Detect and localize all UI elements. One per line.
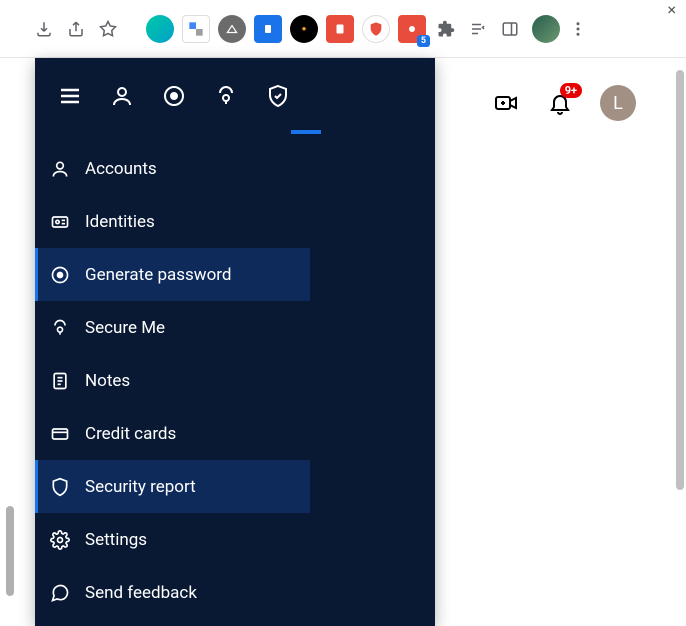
- tab-generate-icon[interactable]: [161, 83, 187, 109]
- window-controls: ×: [667, 0, 676, 10]
- notifications-bell-icon[interactable]: 9+: [546, 89, 574, 117]
- side-panel-icon[interactable]: [496, 15, 524, 43]
- download-icon[interactable]: [30, 15, 58, 43]
- sidebar-scrollbar[interactable]: [6, 506, 14, 596]
- notification-badge: 9+: [560, 83, 582, 98]
- menu-label: Settings: [85, 530, 147, 550]
- page-scrollbar[interactable]: [676, 70, 684, 490]
- menu-label: Accounts: [85, 159, 157, 179]
- create-video-icon[interactable]: [492, 89, 520, 117]
- menu-label: Generate password: [85, 265, 231, 285]
- profile-avatar-icon[interactable]: [532, 15, 560, 43]
- extensions-puzzle-icon[interactable]: [432, 15, 460, 43]
- panel-menu: Accounts Identities Generate password Se…: [35, 134, 310, 619]
- browser-toolbar: ● 5: [0, 0, 686, 58]
- extension-badge: 5: [417, 35, 430, 47]
- menu-item-send-feedback[interactable]: Send feedback: [35, 566, 310, 619]
- kebab-menu-icon[interactable]: [564, 15, 592, 43]
- menu-label: Identities: [85, 212, 155, 232]
- shield-icon: [49, 476, 71, 498]
- menu-label: Credit cards: [85, 424, 176, 444]
- extension-shield-icon[interactable]: [362, 15, 390, 43]
- reading-list-icon[interactable]: [464, 15, 492, 43]
- user-avatar[interactable]: L: [600, 85, 636, 121]
- window-close-hint: ×: [667, 0, 676, 10]
- extension-icon-1[interactable]: [146, 15, 174, 43]
- menu-label: Security report: [85, 477, 196, 497]
- hamburger-menu-icon[interactable]: [57, 83, 83, 109]
- share-icon[interactable]: [62, 15, 90, 43]
- menu-item-generate-password[interactable]: Generate password: [35, 248, 310, 301]
- feedback-icon: [49, 582, 71, 604]
- tab-shield-icon[interactable]: [265, 83, 291, 109]
- password-manager-panel: Accounts Identities Generate password Se…: [35, 58, 435, 626]
- gear-icon: [49, 529, 71, 551]
- menu-label: Secure Me: [85, 318, 165, 338]
- person-icon: [49, 158, 71, 180]
- extension-icon-blue[interactable]: [254, 15, 282, 43]
- extension-icon-black[interactable]: ●: [290, 15, 318, 43]
- google-translate-icon[interactable]: [182, 15, 210, 43]
- menu-item-notes[interactable]: Notes: [35, 354, 310, 407]
- id-card-icon: [49, 211, 71, 233]
- menu-item-accounts[interactable]: Accounts: [35, 142, 310, 195]
- menu-label: Notes: [85, 371, 130, 391]
- target-icon: [49, 264, 71, 286]
- menu-item-secure-me[interactable]: Secure Me: [35, 301, 310, 354]
- extension-vpn-icon[interactable]: [218, 15, 246, 43]
- menu-label: Send feedback: [85, 583, 197, 603]
- menu-item-settings[interactable]: Settings: [35, 513, 310, 566]
- credit-card-icon: [49, 423, 71, 445]
- tab-accounts-icon[interactable]: [109, 83, 135, 109]
- extension-icon-red2[interactable]: 5: [398, 15, 426, 43]
- menu-item-identities[interactable]: Identities: [35, 195, 310, 248]
- wifi-lock-icon: [49, 317, 71, 339]
- tab-secure-icon[interactable]: [213, 83, 239, 109]
- star-icon[interactable]: [94, 15, 122, 43]
- menu-item-credit-cards[interactable]: Credit cards: [35, 407, 310, 460]
- avatar-letter: L: [613, 93, 623, 114]
- panel-tabs: [35, 58, 435, 134]
- notes-icon: [49, 370, 71, 392]
- menu-item-security-report[interactable]: Security report: [35, 460, 310, 513]
- active-tab-indicator: [291, 130, 321, 134]
- extension-icon-red1[interactable]: [326, 15, 354, 43]
